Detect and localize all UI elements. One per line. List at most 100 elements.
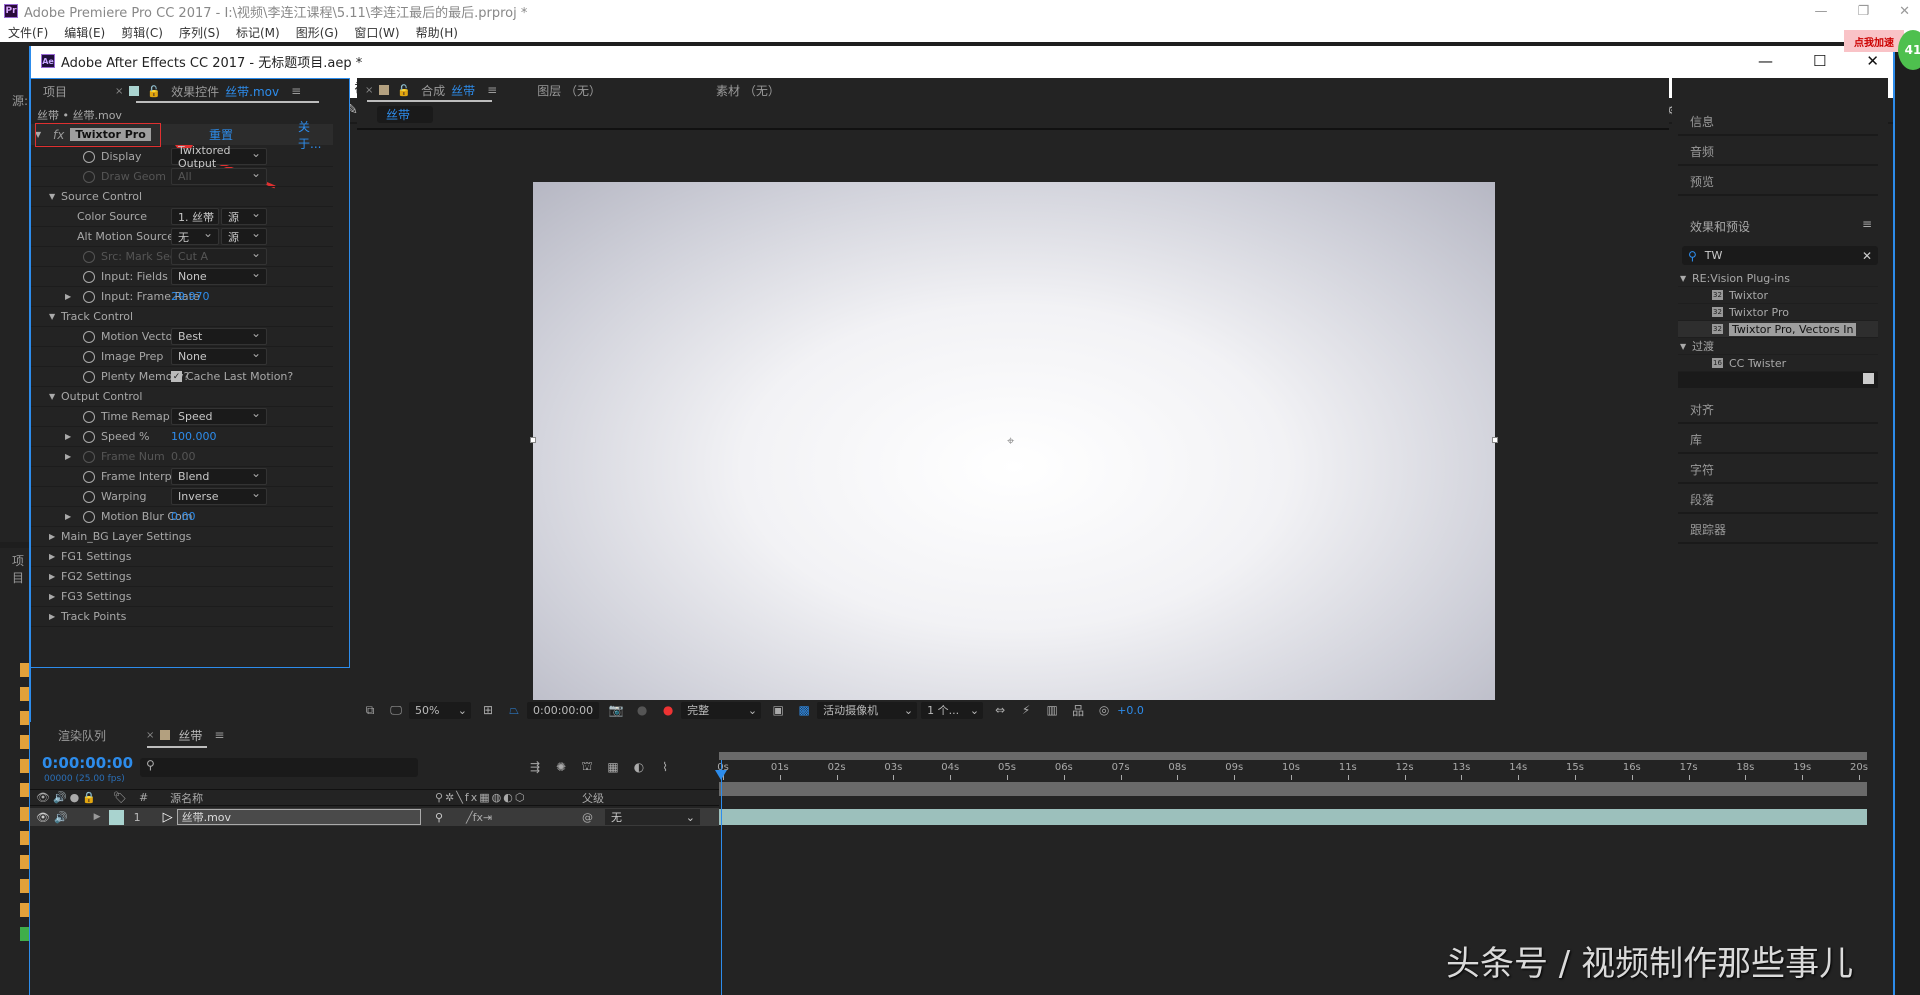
pr-menu-clip[interactable]: 剪辑(C) bbox=[121, 24, 163, 41]
audio-icon[interactable]: 🔊 bbox=[54, 811, 68, 824]
tracker-panel-tab[interactable]: 跟踪器 bbox=[1678, 516, 1878, 544]
mask-visibility-icon[interactable]: ⏢ bbox=[506, 702, 522, 718]
resolution-select[interactable]: 完整 ⌄ bbox=[681, 701, 762, 719]
panel-menu-icon[interactable]: ≡ bbox=[487, 83, 497, 97]
property-value[interactable]: 0.00 bbox=[171, 450, 196, 463]
effects-item[interactable]: 32 Twixtor Pro, Vectors In bbox=[1678, 321, 1878, 338]
close-tab-icon[interactable]: × bbox=[146, 730, 154, 741]
layer-duration-bar[interactable] bbox=[719, 809, 1867, 825]
paragraph-panel-tab[interactable]: 段落 bbox=[1678, 486, 1878, 514]
footage-tab[interactable]: 素材 （无） bbox=[716, 82, 780, 99]
property-group-label[interactable]: FG1 Settings bbox=[61, 550, 131, 563]
property-value[interactable]: 0.00 bbox=[171, 510, 196, 523]
label-color-swatch[interactable] bbox=[108, 809, 124, 825]
camera-select[interactable]: 活动摄像机 ⌄ bbox=[817, 701, 918, 719]
effects-folder[interactable]: ▼ 过渡 bbox=[1678, 338, 1878, 355]
effect-controls-tab[interactable]: 效果控件 bbox=[171, 83, 219, 100]
stopwatch-icon[interactable] bbox=[83, 470, 95, 483]
frame-blending-icon[interactable]: ▦ bbox=[605, 759, 621, 775]
fast-previews-icon[interactable]: ⚡ bbox=[1018, 702, 1034, 718]
collapse-triangle-icon[interactable]: ▶ bbox=[49, 592, 61, 601]
shy-layers-icon[interactable]: ⛫ bbox=[579, 759, 595, 775]
current-timecode[interactable]: 0:00:00:00 bbox=[42, 754, 133, 772]
pickwhip-icon[interactable]: @ bbox=[582, 811, 593, 824]
property-group-label[interactable]: Track Points bbox=[61, 610, 126, 623]
panel-menu-icon[interactable]: ≡ bbox=[291, 84, 301, 98]
close-tab-icon[interactable]: × bbox=[365, 85, 373, 96]
property-dropdown[interactable]: Cut A bbox=[171, 246, 267, 265]
region-of-interest-icon[interactable]: ▣ bbox=[770, 702, 786, 718]
current-time[interactable]: 0:00:00:00 bbox=[527, 701, 600, 719]
pr-menu-marker[interactable]: 标记(M) bbox=[236, 24, 280, 41]
stopwatch-icon[interactable] bbox=[83, 490, 95, 503]
always-preview-icon[interactable]: ⧉ bbox=[362, 702, 378, 718]
collapse-triangle-icon[interactable]: ▶ bbox=[49, 612, 61, 621]
handle[interactable] bbox=[530, 437, 536, 443]
accelerator-badge[interactable]: 41 bbox=[1898, 30, 1920, 70]
composition-tab[interactable]: 合成 bbox=[421, 82, 445, 99]
pr-menu-graphics[interactable]: 图形(G) bbox=[296, 24, 339, 41]
minimize-icon[interactable]: — bbox=[1758, 52, 1773, 70]
stopwatch-icon[interactable] bbox=[83, 170, 95, 183]
property-dropdown[interactable]: Inverse bbox=[171, 486, 267, 505]
new-preset-icon[interactable] bbox=[1863, 373, 1874, 384]
library-panel-tab[interactable]: 库 bbox=[1678, 426, 1878, 454]
composition-viewer[interactable]: ⌖ bbox=[530, 182, 1498, 700]
lock-icon[interactable]: 🔓 bbox=[147, 85, 161, 98]
property-dropdown[interactable]: Speed bbox=[171, 406, 267, 425]
clear-search-icon[interactable]: ✕ bbox=[1862, 249, 1872, 263]
layer-dropdown[interactable]: 无 bbox=[171, 226, 219, 245]
expand-triangle-icon[interactable]: ▼ bbox=[49, 392, 61, 401]
stopwatch-icon[interactable] bbox=[83, 150, 95, 163]
info-panel-tab[interactable]: 信息 bbox=[1678, 108, 1878, 136]
show-snapshot-icon[interactable]: ● bbox=[634, 702, 650, 718]
anchor-point-icon[interactable]: ⌖ bbox=[1007, 434, 1014, 449]
current-time-indicator[interactable] bbox=[721, 760, 722, 995]
collapse-triangle-icon[interactable]: ▶ bbox=[49, 532, 61, 541]
effects-folder[interactable]: ▼ RE:Vision Plug-ins bbox=[1678, 270, 1878, 287]
pr-menu-edit[interactable]: 编辑(E) bbox=[64, 24, 105, 41]
views-select[interactable]: 1 个... ⌄ bbox=[921, 701, 984, 719]
comp-navigator-chip[interactable]: 丝带 bbox=[377, 106, 433, 123]
restore-icon[interactable]: ❐ bbox=[1857, 4, 1869, 19]
snapshot-icon[interactable]: 📷 bbox=[608, 702, 624, 718]
pr-menu-file[interactable]: 文件(F) bbox=[8, 24, 48, 41]
minimize-icon[interactable]: — bbox=[1814, 4, 1827, 19]
exposure-value[interactable]: +0.0 bbox=[1117, 704, 1144, 717]
panel-menu-icon[interactable]: ≡ bbox=[214, 728, 224, 742]
layer-row[interactable]: 👁 🔊 ▶ 1 ▷ 丝带.mov ⚲ ╱fx⇥ @ 无 ⌄ bbox=[30, 808, 720, 826]
maximize-icon[interactable]: ☐ bbox=[1813, 52, 1826, 70]
audio-panel-tab[interactable]: 音频 bbox=[1678, 138, 1878, 166]
work-area-navigator[interactable] bbox=[719, 752, 1867, 760]
layer-search-input[interactable]: ⚲ bbox=[140, 758, 418, 777]
shy-switch-icon[interactable]: ⚲ bbox=[435, 811, 443, 824]
motion-blur-icon[interactable]: ◐ bbox=[631, 759, 647, 775]
lock-icon[interactable]: 🔓 bbox=[397, 84, 411, 97]
expand-triangle-icon[interactable]: ▼ bbox=[1680, 274, 1692, 283]
comp-flowchart-icon[interactable]: ⇶ bbox=[527, 759, 543, 775]
project-tab[interactable]: 项目 bbox=[43, 83, 67, 100]
close-icon[interactable]: ✕ bbox=[1899, 4, 1910, 19]
property-group-label[interactable]: Output Control bbox=[61, 390, 142, 403]
panel-menu-icon[interactable]: ≡ bbox=[1862, 217, 1872, 231]
property-group-label[interactable]: Source Control bbox=[61, 190, 142, 203]
property-group-label[interactable]: FG3 Settings bbox=[61, 590, 131, 603]
expand-triangle-icon[interactable]: ▼ bbox=[1680, 342, 1692, 351]
project-tab[interactable]: 项目 bbox=[12, 552, 30, 586]
transparency-grid-icon[interactable]: ▩ bbox=[796, 702, 812, 718]
handle[interactable] bbox=[1492, 437, 1498, 443]
timeline-icon[interactable]: ▥ bbox=[1044, 702, 1060, 718]
effects-search-input[interactable]: ⚲ TW ✕ bbox=[1682, 246, 1878, 265]
stopwatch-icon[interactable] bbox=[83, 270, 95, 283]
expand-triangle-icon[interactable]: ▶ bbox=[94, 812, 101, 822]
work-area-bar[interactable] bbox=[719, 782, 1867, 796]
layer-tab[interactable]: 图层 （无） bbox=[537, 82, 601, 99]
layer-dropdown[interactable]: 1. 丝带 bbox=[171, 206, 219, 225]
source-name-column[interactable]: 源名称 bbox=[170, 790, 203, 806]
property-dropdown[interactable]: None bbox=[171, 346, 267, 365]
character-panel-tab[interactable]: 字符 bbox=[1678, 456, 1878, 484]
speed-up-popup[interactable]: 点我加速 bbox=[1844, 30, 1904, 52]
collapse-triangle-icon[interactable]: ▶ bbox=[49, 572, 61, 581]
close-tab-icon[interactable]: × bbox=[115, 86, 123, 97]
effects-item[interactable]: 32 Twixtor bbox=[1678, 287, 1878, 304]
